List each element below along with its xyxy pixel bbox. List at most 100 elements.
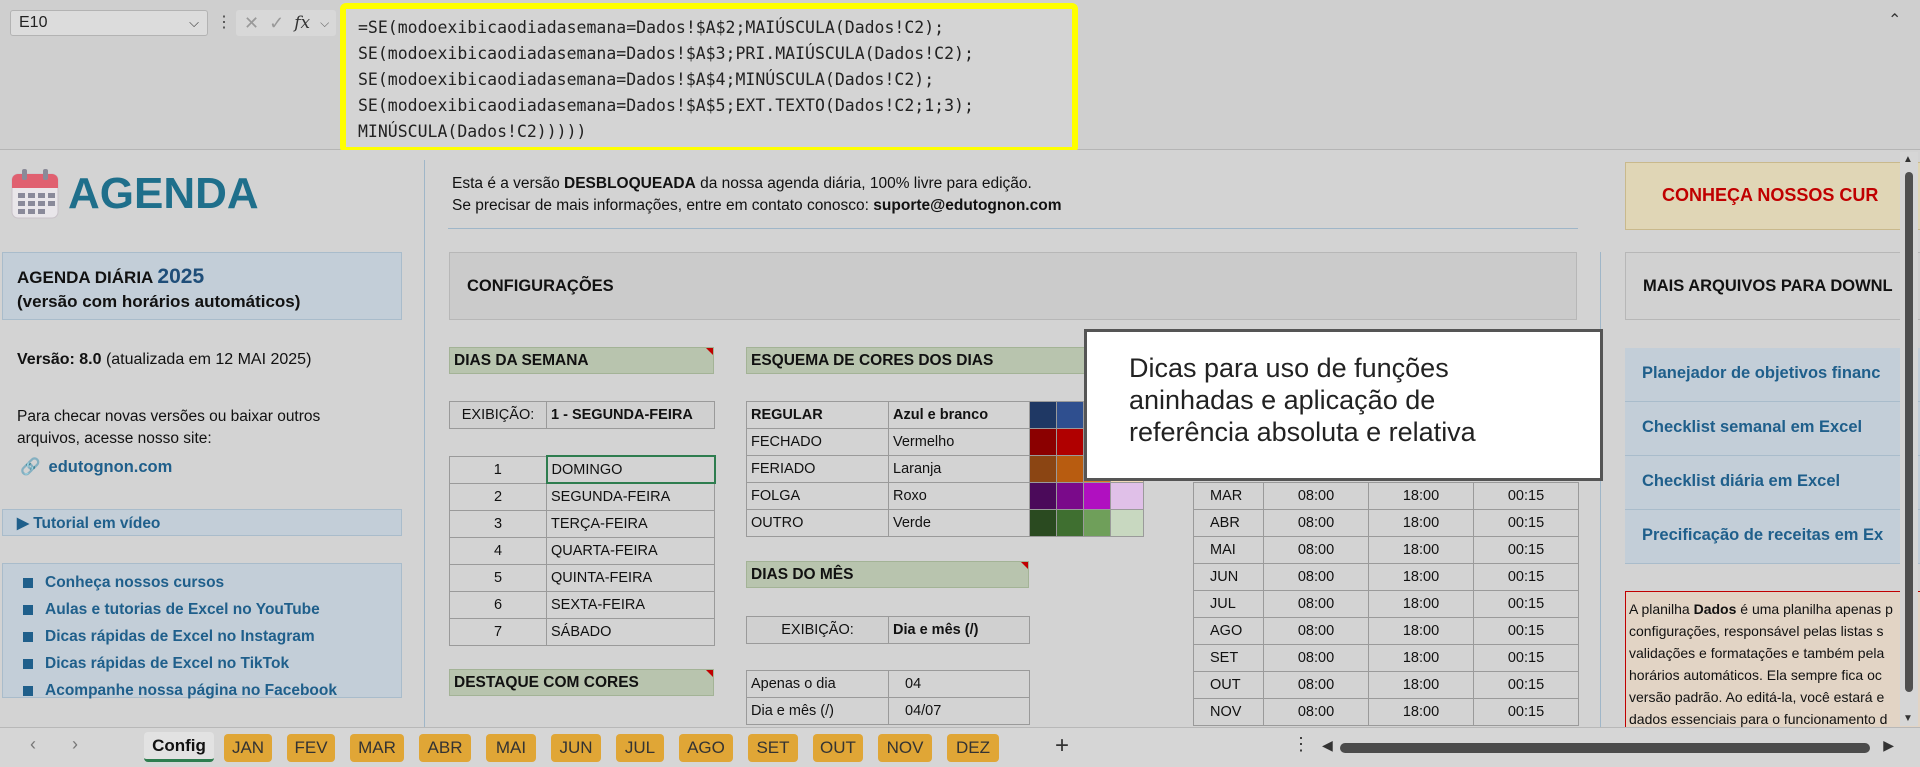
site-link[interactable]: 🔗 edutognon.com — [20, 458, 172, 477]
highlight-section-header: DESTAQUE COM CORES — [449, 669, 714, 696]
table-row: 3 TERÇA-FEIRA — [449, 509, 715, 538]
insert-function-icon[interactable]: fx — [294, 13, 310, 33]
divider — [1600, 252, 1601, 730]
tips-callout: Dicas para uso de funções aninhadas e ap… — [1084, 329, 1603, 481]
table-row: OUTRO Verde — [746, 509, 1144, 537]
scroll-up-icon[interactable]: ▲ — [1903, 154, 1913, 165]
square-bullet-icon — [23, 577, 33, 588]
table-row: JUL 08:00 18:00 00:15 — [1193, 590, 1579, 618]
month-options-table: Apenas o dia 04 Dia e mês (/) 04/07 — [746, 670, 1030, 725]
table-row: MAI 08:00 18:00 00:15 — [1193, 536, 1579, 564]
comment-indicator — [706, 670, 713, 677]
color-swatch — [1029, 482, 1057, 510]
next-sheet-icon[interactable]: › — [72, 734, 78, 755]
file-link-weekly-checklist[interactable]: Checklist semanal em Excel — [1625, 402, 1920, 456]
tab-fev[interactable]: FEV — [287, 734, 335, 762]
exib-value-cell[interactable]: 1 - SEGUNDA-FEIRA — [546, 401, 715, 429]
color-swatch — [1083, 482, 1111, 510]
vertical-scrollbar[interactable]: ▲ ▼ — [1900, 152, 1918, 726]
agenda-subtitle: (versão com horários automáticos) — [17, 292, 301, 311]
previous-sheet-icon[interactable]: ‹ — [30, 734, 36, 755]
month-days-section-header: DIAS DO MÊS — [746, 561, 1029, 588]
confirm-icon[interactable]: ✓ — [269, 13, 284, 34]
table-row: Apenas o dia 04 — [746, 670, 1030, 698]
courses-button[interactable]: CONHEÇA NOSSOS CUR — [1625, 162, 1920, 230]
days-display-setting: EXIBIÇÃO: 1 - SEGUNDA-FEIRA — [449, 401, 715, 429]
scroll-thumb[interactable] — [1340, 743, 1870, 753]
link-facebook[interactable]: Acompanhe nossa página no Facebook — [23, 677, 381, 704]
link-icon: 🔗 — [20, 458, 41, 476]
check-versions-text: Para checar novas versões ou baixar outr… — [17, 408, 321, 447]
color-swatch — [1056, 455, 1084, 483]
tab-nov[interactable]: NOV — [878, 734, 932, 762]
month-display-setting: EXIBIÇÃO: Dia e mês (/) — [746, 616, 1030, 644]
tab-dez[interactable]: DEZ — [947, 734, 999, 762]
tab-config[interactable]: Config — [144, 732, 214, 762]
chevron-down-icon[interactable]: ⌵ — [320, 16, 329, 31]
table-row: 6 SEXTA-FEIRA — [449, 590, 715, 619]
collapse-formula-bar-icon[interactable]: ⌃ — [1888, 10, 1901, 30]
chevron-down-icon[interactable]: ⌵ — [189, 15, 199, 31]
logo-text: AGENDA — [68, 169, 259, 218]
calendar-icon — [11, 169, 59, 219]
color-swatch — [1083, 509, 1111, 537]
table-row: JUN 08:00 18:00 00:15 — [1193, 563, 1579, 591]
file-link-daily-checklist[interactable]: Checklist diária em Excel — [1625, 456, 1920, 510]
tab-jun[interactable]: JUN — [551, 734, 601, 762]
tab-abr[interactable]: ABR — [419, 734, 471, 762]
link-instagram[interactable]: Dicas rápidas de Excel no Instagram — [23, 623, 381, 650]
table-row: 1 DOMINGO — [449, 455, 716, 484]
more-files-header: MAIS ARQUIVOS PARA DOWNL — [1625, 252, 1920, 320]
color-swatch — [1056, 401, 1084, 429]
comment-indicator — [706, 348, 713, 355]
link-tiktok[interactable]: Dicas rápidas de Excel no TikTok — [23, 650, 381, 677]
add-sheet-button[interactable]: + — [1055, 732, 1069, 760]
cancel-icon[interactable]: ✕ — [244, 13, 259, 34]
table-row: 7 SÁBADO — [449, 617, 715, 646]
month-exib-value-cell[interactable]: Dia e mês (/) — [888, 616, 1030, 644]
formula-line-4: SE(modoexibicaodiadasemana=Dados!$A$5;EX… — [358, 96, 974, 115]
color-swatch — [1056, 509, 1084, 537]
link-youtube[interactable]: Aulas e tutorias de Excel no YouTube — [23, 596, 381, 623]
site-link-text: edutognon.com — [48, 458, 173, 476]
square-bullet-icon — [23, 631, 33, 642]
horizontal-scrollbar[interactable]: ◀ ▶ — [1322, 736, 1894, 758]
divider — [448, 228, 1578, 229]
tab-set[interactable]: SET — [748, 734, 798, 762]
excel-window: E10 ⌵ ⋮ ✕ ✓ fx ⌵ =SE(modoexibicaodiadase… — [0, 0, 1920, 767]
color-swatch — [1110, 509, 1144, 537]
tutorial-video-link[interactable]: ▶ Tutorial em vídeo — [2, 509, 402, 536]
file-link-recipe-pricing[interactable]: Precificação de receitas em Ex — [1625, 510, 1920, 564]
table-row: NOV 08:00 18:00 00:15 — [1193, 698, 1579, 726]
table-row: MAR 08:00 18:00 00:15 — [1193, 482, 1579, 510]
color-swatch — [1029, 401, 1057, 429]
scroll-down-icon[interactable]: ▼ — [1903, 713, 1913, 724]
link-courses[interactable]: Conheça nossos cursos — [23, 569, 381, 596]
selected-cell[interactable]: DOMINGO — [545, 455, 716, 484]
tab-mai[interactable]: MAI — [486, 734, 536, 762]
more-vertical-icon[interactable]: ⋮ — [1292, 734, 1310, 755]
file-link-financial-planner[interactable]: Planejador de objetivos financ — [1625, 348, 1920, 402]
tab-jan[interactable]: JAN — [224, 734, 272, 762]
days-section-header: DIAS DA SEMANA — [449, 347, 714, 374]
name-box[interactable]: E10 ⌵ — [10, 10, 208, 36]
tab-jul[interactable]: JUL — [616, 734, 664, 762]
table-row: FOLGA Roxo — [746, 482, 1144, 510]
scroll-thumb[interactable] — [1905, 172, 1913, 692]
more-vertical-icon[interactable]: ⋮ — [216, 12, 232, 32]
table-row: AGO 08:00 18:00 00:15 — [1193, 617, 1579, 645]
intro-text: Esta é a versão DESBLOQUEADA da nossa ag… — [452, 175, 1062, 214]
square-bullet-icon — [23, 685, 33, 696]
color-swatch — [1110, 482, 1144, 510]
tab-mar[interactable]: MAR — [350, 734, 404, 762]
table-row: 2 SEGUNDA-FEIRA — [449, 482, 715, 511]
color-swatch — [1029, 509, 1057, 537]
version-note: (atualizada em 12 MAI 2025) — [105, 351, 312, 368]
scroll-right-icon[interactable]: ▶ — [1883, 737, 1894, 754]
tab-ago[interactable]: AGO — [679, 734, 733, 762]
tab-out[interactable]: OUT — [813, 734, 863, 762]
formula-input[interactable]: =SE(modoexibicaodiadasemana=Dados!$A$2;M… — [340, 3, 1078, 153]
scroll-left-icon[interactable]: ◀ — [1322, 737, 1333, 754]
formula-line-5: MINÚSCULA(Dados!C2))))) — [358, 122, 587, 141]
table-row: 5 QUINTA-FEIRA — [449, 563, 715, 592]
